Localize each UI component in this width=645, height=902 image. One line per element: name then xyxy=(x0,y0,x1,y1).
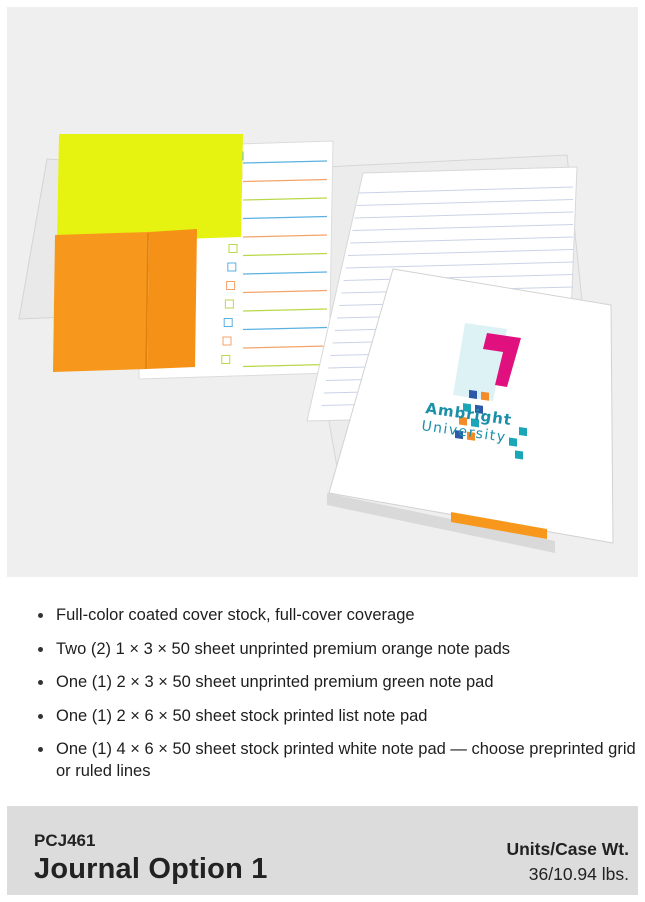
product-sku: PCJ461 xyxy=(34,831,96,850)
product-title: Journal Option 1 xyxy=(34,853,268,885)
product-photo: Ambright University xyxy=(7,7,638,577)
orange-notepad-right xyxy=(147,229,197,369)
units-case-label: Units/Case Wt. xyxy=(506,839,629,859)
feature-item: One (1) 2 × 3 × 50 sheet unprinted premi… xyxy=(36,671,636,693)
feature-item: One (1) 2 × 6 × 50 sheet stock printed l… xyxy=(36,705,636,727)
feature-list: Full-color coated cover stock, full-cove… xyxy=(0,578,645,806)
orange-notepad-left xyxy=(53,232,149,372)
feature-item: Two (2) 1 × 3 × 50 sheet unprinted premi… xyxy=(36,638,636,660)
product-footer: PCJ461 Journal Option 1 Units/Case Wt. 3… xyxy=(7,806,638,895)
feature-item: One (1) 4 × 6 × 50 sheet stock printed w… xyxy=(36,738,636,782)
open-journal-illustration: Ambright University xyxy=(18,134,614,553)
units-case-value: 36/10.94 lbs. xyxy=(528,864,629,884)
product-sheet: Ambright University Full-color coated co… xyxy=(0,0,645,902)
feature-item: Full-color coated cover stock, full-cove… xyxy=(36,604,636,626)
green-notepad xyxy=(57,134,243,243)
